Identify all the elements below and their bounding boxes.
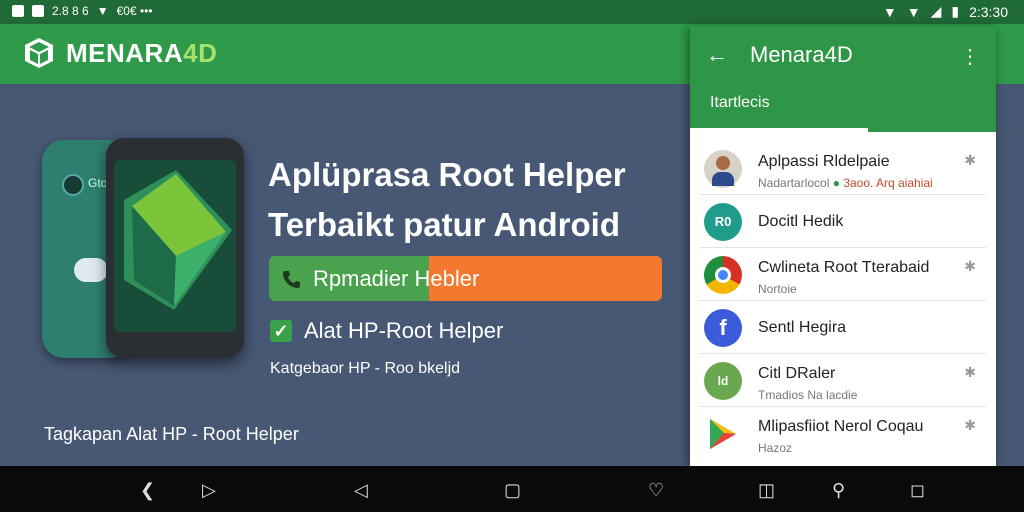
avatar-text: R0 — [714, 214, 732, 229]
panel-title: Menara4D — [750, 42, 853, 67]
list-item-subtitle: Tmadios Na lacdie — [758, 388, 858, 402]
phone-call-icon — [283, 270, 300, 288]
recents-icon[interactable]: ◻ — [910, 480, 925, 501]
brand-main: MENARA — [66, 37, 184, 68]
list-item[interactable]: R0 Docitl Hedik — [700, 195, 986, 248]
cta-button[interactable]: Rpmadier Hebler — [269, 256, 662, 301]
wifi-icon-2: ▼ — [906, 3, 921, 20]
navigation-bar: ❮ ▷ ◁ ▢ ♡ ◫ ⚲ ◻ — [0, 466, 1024, 512]
app-list: Aplpassi Rldelpaie Nadartarlocol ● 3aoo.… — [700, 142, 986, 459]
back-arrow-icon[interactable]: ← — [706, 42, 728, 68]
list-item-title: Cwlineta Root Tterabaid — [758, 259, 930, 276]
phone-screen — [114, 160, 236, 332]
search-icon[interactable]: ⚲ — [832, 480, 845, 501]
clipboard-icon[interactable]: ◫ — [758, 480, 775, 501]
list-item-subtitle: Hazoz — [758, 441, 793, 455]
shield-icon: ▼ — [96, 4, 109, 18]
play-store-icon — [704, 415, 742, 453]
list-item-subtitle-a: Nadartarlocol — [758, 176, 830, 190]
headline-line-2: Terbaikt patur Android — [268, 206, 621, 243]
camera-icon — [62, 174, 84, 196]
heart-icon[interactable]: ♡ — [648, 480, 664, 501]
list-item[interactable]: ld Citl DRaler Tmadios Na lacdie ✱ — [700, 354, 986, 407]
list-item-subtitle: Nadartarlocol ● 3aoo. Arq aiahiai — [758, 176, 933, 190]
status-left-text2: €0€ ••• — [116, 4, 153, 18]
avatar-text: f — [719, 315, 727, 340]
notification-icon — [12, 5, 24, 17]
list-item[interactable]: f Sentl Hegira — [700, 301, 986, 354]
r-badge-icon: R0 — [704, 203, 742, 241]
status-left-text: 2.8 8 6 — [52, 4, 89, 18]
status-left: 2.8 8 6 ▼ €0€ ••• — [12, 4, 153, 18]
wifi-icon: ▼ — [882, 3, 897, 20]
pin-icon[interactable]: ✱ — [964, 417, 976, 434]
panel-header: ← Menara4D ⋮ Itartlecis — [690, 26, 996, 132]
battery-icon: ▮ — [951, 3, 960, 19]
cloud-icon — [74, 258, 108, 282]
list-item[interactable]: Mlipasfiiot Nerol Coqau Hazoz ✱ — [700, 407, 986, 459]
signal-icon: ◢ — [930, 3, 942, 19]
brand-title: MENARA4D — [66, 38, 217, 69]
green-badge-icon: ● — [832, 176, 840, 190]
back-icon[interactable]: ❮ — [140, 480, 155, 501]
clock: 2:3:30 — [969, 3, 1008, 20]
category-text: Katgebaor HP - Roo bkeljd — [270, 360, 461, 377]
brand[interactable]: MENARA4D — [22, 36, 217, 70]
headline-line-1: Aplüprasa Root Helper — [268, 156, 626, 193]
status-right: ▼ ▼ ◢ ▮ 2:3:30 — [883, 3, 1008, 20]
phone-front-illustration — [106, 138, 244, 358]
home-icon[interactable]: ▢ — [504, 480, 521, 501]
back-triangle-icon[interactable]: ◁ — [354, 480, 368, 501]
image-notification-icon — [32, 5, 44, 17]
list-item[interactable]: Aplpassi Rldelpaie Nadartarlocol ● 3aoo.… — [700, 142, 986, 195]
send-icon[interactable]: ▷ — [202, 480, 216, 501]
pin-icon[interactable]: ✱ — [964, 364, 976, 381]
status-bar: 2.8 8 6 ▼ €0€ ••• ▼ ▼ ◢ ▮ 2:3:30 — [0, 0, 1024, 24]
list-item-title: Aplpassi Rldelpaie — [758, 153, 890, 170]
green-dot-icon: ld — [704, 362, 742, 400]
brand-accent: 4D — [183, 37, 218, 68]
list-item-subtitle: Nortoie — [758, 282, 797, 296]
tab-label[interactable]: Itartlecis — [710, 94, 770, 112]
pin-icon[interactable]: ✱ — [964, 258, 976, 275]
feature-checkbox-row[interactable]: ✓ Alat HP-Root Helper — [270, 318, 503, 344]
list-item-subtitle-b: 3aoo. Arq aiahiai — [843, 176, 933, 190]
list-item[interactable]: Cwlineta Root Tterabaid Nortoie ✱ — [700, 248, 986, 301]
list-item-title: Docitl Hedik — [758, 213, 844, 230]
caption-text: Tagkapan Alat HP - Root Helper — [44, 424, 299, 444]
pin-icon[interactable]: ✱ — [964, 152, 976, 169]
tab-indicator — [690, 128, 868, 132]
cta-label: Rpmadier Hebler — [313, 265, 480, 291]
list-item-title: Sentl Hegira — [758, 319, 847, 336]
list-item-title: Citl DRaler — [758, 365, 836, 382]
checkbox-checked-icon[interactable]: ✓ — [270, 320, 292, 342]
person-avatar-icon — [704, 150, 742, 188]
side-panel: ← Menara4D ⋮ Itartlecis Aplpassi Rldelpa… — [690, 26, 996, 466]
more-options-icon[interactable]: ⋮ — [960, 44, 980, 69]
chrome-icon — [704, 256, 742, 294]
hero-headline: Aplüprasa Root Helper Terbaikt patur And… — [268, 150, 688, 250]
checkbox-label: Alat HP-Root Helper — [304, 318, 504, 343]
list-item-title: Mlipasfiiot Nerol Coqau — [758, 418, 924, 435]
cube-logo-icon — [25, 38, 53, 68]
facebook-icon: f — [704, 309, 742, 347]
play-logo-graphic — [114, 160, 236, 332]
avatar-text: ld — [717, 374, 729, 388]
phone-back-label: Gto — [88, 176, 108, 190]
